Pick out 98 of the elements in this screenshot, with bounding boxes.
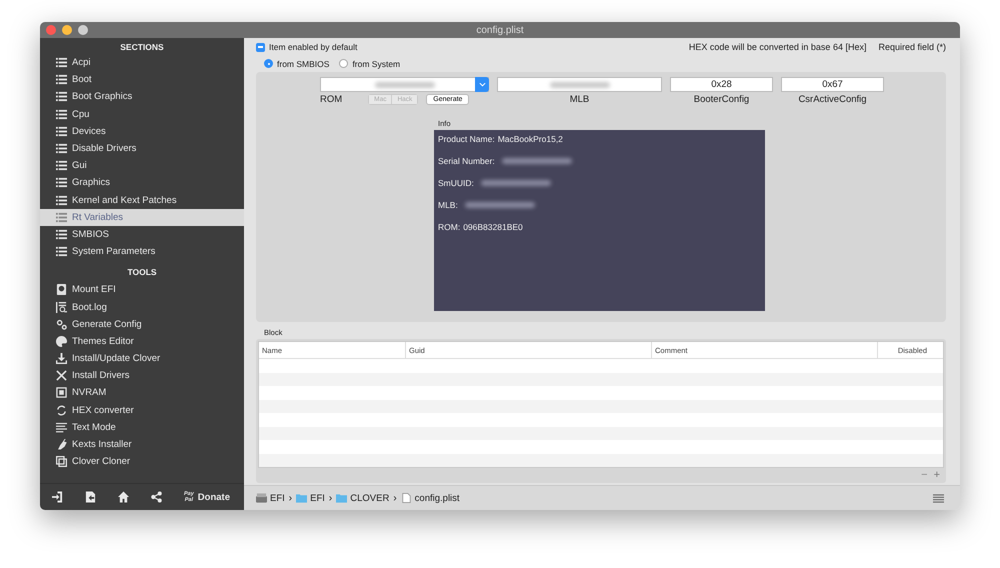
drive-icon — [256, 493, 267, 503]
path-separator: › — [288, 492, 292, 504]
redacted-value — [374, 82, 434, 88]
radio-option[interactable]: from System — [339, 58, 400, 69]
share-icon[interactable] — [151, 491, 162, 503]
path-item[interactable]: EFI — [296, 492, 325, 504]
info-value: MacBookPro15,2 — [498, 134, 563, 144]
dropdown-button[interactable] — [475, 77, 489, 92]
path-separator: › — [393, 492, 397, 504]
sidebar-item[interactable]: Acpi — [40, 54, 244, 72]
field-label: MLB — [568, 94, 590, 105]
redacted-value — [502, 158, 572, 164]
input-field[interactable] — [497, 77, 662, 92]
section-heading: SECTIONS — [119, 41, 165, 54]
sidebar-item[interactable]: Text Mode — [40, 418, 244, 436]
sidebar-item[interactable]: Kernel and Kext Patches — [40, 192, 244, 209]
info-key: MLB: — [438, 200, 458, 210]
rom-combo-box[interactable] — [320, 77, 489, 92]
palette-icon — [56, 336, 67, 347]
info-key: Serial Number: — [438, 156, 495, 166]
gears-icon — [56, 318, 67, 330]
refresh-icon — [56, 404, 67, 416]
log-search-icon — [56, 302, 67, 313]
sidebar-item[interactable]: HEX converter — [40, 402, 244, 419]
sidebar-item[interactable]: Clover Cloner — [40, 453, 244, 470]
minimize-button[interactable] — [62, 25, 72, 35]
sidebar-item[interactable]: Graphics — [40, 174, 244, 192]
list-icon — [56, 194, 67, 206]
input-field[interactable]: 0x28 — [670, 77, 773, 92]
sidebar-item[interactable]: Mount EFI — [40, 281, 244, 298]
info-key: Product Name: — [438, 134, 495, 144]
radio-button[interactable] — [264, 59, 273, 68]
window-title: config.plist — [476, 24, 524, 36]
section-heading: TOOLS — [126, 266, 158, 280]
info-value: 096B83281BE0 — [463, 222, 523, 232]
path-item[interactable]: EFI — [256, 492, 285, 504]
radio-label: from SMBIOS — [277, 58, 330, 68]
download-icon — [56, 353, 67, 364]
home-icon[interactable] — [118, 491, 129, 503]
sidebar-item[interactable]: Generate Config — [40, 316, 244, 333]
redacted-value — [550, 82, 610, 88]
path-item[interactable]: CLOVER — [336, 492, 390, 504]
sidebar-item[interactable]: Boot — [40, 71, 244, 88]
chevron-icon — [478, 82, 486, 87]
list-icon — [56, 143, 67, 154]
sidebar-item[interactable]: SMBIOS — [40, 226, 244, 244]
sidebar-item[interactable]: Disable Drivers — [40, 140, 244, 158]
sidebar-item[interactable]: Rt Variables — [40, 208, 244, 226]
path-item[interactable]: config.plist — [400, 492, 460, 504]
list-icon — [56, 160, 67, 172]
tools-icon — [56, 370, 67, 382]
field-label: BooterConfig — [692, 94, 750, 105]
radio-option[interactable]: from SMBIOS — [264, 58, 330, 69]
path-separator: › — [328, 492, 332, 504]
list-icon — [56, 74, 67, 86]
sidebar-item[interactable]: Boot Graphics — [40, 88, 244, 106]
sidebar-item[interactable]: Boot.log — [40, 298, 244, 316]
required-note: Required field (*) — [878, 42, 946, 52]
list-icon — [56, 246, 67, 258]
sidebar-item[interactable]: Install/Update Clover — [40, 350, 244, 368]
sidebar-item[interactable]: Kexts Installer — [40, 436, 244, 454]
copy-icon — [56, 456, 67, 468]
sidebar-item[interactable]: Devices — [40, 122, 244, 140]
sidebar-item[interactable]: NVRAM — [40, 384, 244, 402]
plug-icon — [56, 439, 67, 450]
list-icon — [56, 228, 67, 240]
info-key: SmUUID: — [438, 178, 474, 188]
radio-label: from System — [352, 58, 400, 68]
sidebar-item[interactable]: Install Drivers — [40, 367, 244, 384]
sidebar-item[interactable]: Cpu — [40, 106, 244, 123]
redacted-value — [464, 202, 535, 208]
chip-icon — [56, 387, 67, 398]
redacted-value — [480, 180, 551, 186]
list-icon — [56, 91, 67, 102]
document-icon — [400, 493, 412, 503]
list-icon — [56, 177, 67, 188]
radio-button[interactable] — [339, 59, 348, 68]
field-label: CsrActiveConfig — [797, 94, 868, 105]
text-lines-icon — [56, 422, 67, 433]
checkbox-box[interactable] — [256, 42, 265, 52]
sidebar-item[interactable]: Themes Editor — [40, 332, 244, 350]
import-icon[interactable] — [52, 491, 63, 503]
list-icon — [56, 126, 67, 137]
sidebar-item[interactable]: System Parameters — [40, 243, 244, 260]
menu-icon[interactable] — [933, 494, 944, 502]
list-icon — [56, 57, 67, 68]
hex-note: HEX code will be converted in base 64 [Hex] — [688, 42, 866, 52]
document-arrow-icon[interactable] — [85, 491, 96, 503]
list-icon — [56, 108, 67, 120]
zoom-button[interactable] — [78, 25, 88, 35]
list-icon — [56, 212, 67, 223]
close-button[interactable] — [46, 25, 56, 35]
field-label: ROM — [320, 94, 342, 105]
folder-icon — [296, 493, 308, 503]
info-key: ROM: — [438, 222, 460, 232]
input-field[interactable]: 0x67 — [781, 77, 884, 92]
sidebar-item[interactable]: Gui — [40, 157, 244, 174]
folder-icon — [336, 493, 348, 503]
